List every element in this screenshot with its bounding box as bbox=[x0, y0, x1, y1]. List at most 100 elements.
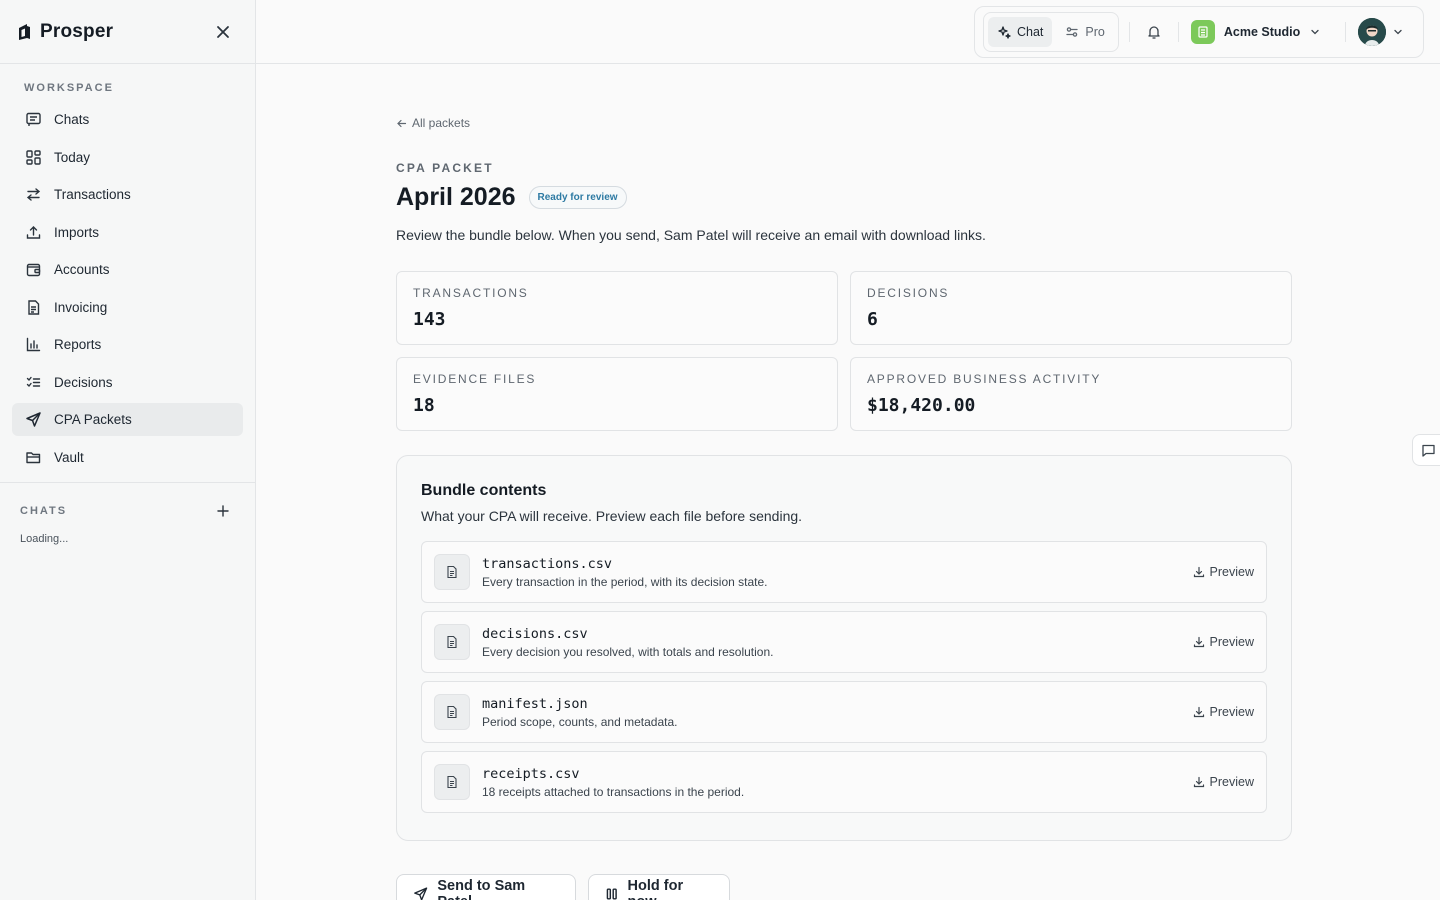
file-name: receipts.csv bbox=[482, 765, 580, 782]
page-description: Review the bundle below. When you send, … bbox=[396, 227, 986, 243]
stat-card-decisions: DECISIONS 6 bbox=[850, 271, 1292, 345]
topbar: Chat Pro Acme Studio bbox=[256, 0, 1440, 64]
topbar-separator bbox=[1177, 22, 1179, 42]
file-text: decisions.csv Every decision you resolve… bbox=[482, 626, 1193, 659]
sidebar-item-today[interactable]: Today bbox=[12, 141, 243, 174]
bundle-title: Bundle contents bbox=[421, 482, 547, 499]
send-icon bbox=[414, 887, 428, 900]
file-text-icon bbox=[447, 635, 457, 649]
sidebar-item-reports[interactable]: Reports bbox=[12, 328, 243, 361]
sidebar-item-decisions[interactable]: Decisions bbox=[12, 366, 243, 399]
file-description: Every decision you resolved, with totals… bbox=[482, 644, 774, 659]
sidebar-item-accounts[interactable]: Accounts bbox=[12, 253, 243, 286]
org-switcher[interactable]: Acme Studio bbox=[1190, 20, 1321, 44]
notifications-button[interactable] bbox=[1142, 20, 1166, 44]
sidebar-item-imports[interactable]: Imports bbox=[12, 216, 243, 249]
file-description: Every transaction in the period, with it… bbox=[482, 574, 768, 589]
bundle-subtitle: What your CPA will receive. Preview each… bbox=[421, 508, 803, 524]
arrows-icon bbox=[26, 188, 41, 201]
sidebar-item-label: Transactions bbox=[54, 187, 131, 202]
arrow-left-icon bbox=[397, 119, 407, 127]
file-description: Period scope, counts, and metadata. bbox=[482, 714, 678, 729]
bundle-contents-card: Bundle contents What your CPA will recei… bbox=[396, 455, 1292, 841]
file-text: manifest.json Period scope, counts, and … bbox=[482, 696, 1193, 729]
file-row-receipts: receipts.csv 18 receipts attached to tra… bbox=[421, 751, 1267, 813]
mode-chat-label: Chat bbox=[1017, 25, 1044, 39]
sidebar-item-invoicing[interactable]: Invoicing bbox=[12, 291, 243, 324]
sidebar-header: Prosper bbox=[0, 0, 255, 64]
stat-label: TRANSACTIONS bbox=[413, 286, 529, 300]
send-icon bbox=[26, 412, 41, 427]
stat-card-transactions: TRANSACTIONS 143 bbox=[396, 271, 838, 345]
sidebar-item-label: Chats bbox=[54, 112, 90, 127]
brand-name: Prosper bbox=[40, 20, 114, 42]
file-icon bbox=[434, 694, 470, 730]
stat-card-approved-activity: APPROVED BUSINESS ACTIVITY $18,420.00 bbox=[850, 357, 1292, 431]
send-packet-button[interactable]: Send to Sam Patel bbox=[396, 874, 576, 900]
sidebar-divider bbox=[0, 482, 256, 483]
preview-label: Preview bbox=[1209, 705, 1254, 719]
message-square-icon bbox=[1422, 444, 1435, 457]
preview-button[interactable]: Preview bbox=[1193, 705, 1254, 719]
back-link-label: All packets bbox=[412, 116, 471, 130]
sidebar-item-label: Today bbox=[54, 149, 91, 165]
mode-toggle: Chat Pro bbox=[983, 12, 1119, 52]
brand[interactable]: Prosper bbox=[16, 21, 113, 43]
file-icon bbox=[434, 624, 470, 660]
file-text-icon bbox=[447, 775, 457, 789]
file-row-manifest: manifest.json Period scope, counts, and … bbox=[421, 681, 1267, 743]
topbar-separator bbox=[1345, 22, 1347, 42]
sidebar-item-label: Reports bbox=[54, 337, 102, 352]
mode-pro-button[interactable]: Pro bbox=[1056, 17, 1113, 47]
stat-value: 18 bbox=[413, 395, 435, 416]
hold-packet-button[interactable]: Hold for now bbox=[588, 874, 730, 900]
checklist-icon bbox=[26, 376, 41, 387]
hold-button-label: Hold for now bbox=[627, 878, 684, 900]
close-sidebar-button[interactable] bbox=[211, 20, 235, 44]
bell-icon bbox=[1148, 26, 1160, 39]
chat-icon bbox=[26, 112, 41, 126]
preview-button[interactable]: Preview bbox=[1193, 565, 1254, 579]
stat-label: APPROVED BUSINESS ACTIVITY bbox=[867, 372, 1102, 386]
prosper-logo-icon bbox=[19, 23, 30, 40]
pause-icon bbox=[606, 888, 617, 900]
file-text-icon bbox=[447, 705, 457, 719]
feedback-tab-button[interactable] bbox=[1412, 434, 1440, 466]
bar-chart-icon bbox=[26, 337, 41, 352]
preview-button[interactable]: Preview bbox=[1193, 635, 1254, 649]
sidebar-item-vault[interactable]: Vault bbox=[12, 441, 243, 474]
download-icon bbox=[1193, 776, 1204, 788]
building-icon bbox=[1198, 26, 1208, 38]
sidebar-item-cpa-packets[interactable]: CPA Packets bbox=[12, 403, 243, 436]
upload-icon bbox=[26, 225, 41, 239]
mode-pro-label: Pro bbox=[1085, 25, 1105, 39]
sparkle-icon bbox=[998, 26, 1011, 39]
sidebar-item-transactions[interactable]: Transactions bbox=[12, 178, 243, 211]
preview-button[interactable]: Preview bbox=[1193, 775, 1254, 789]
wallet-icon bbox=[26, 263, 41, 277]
user-menu[interactable] bbox=[1358, 18, 1404, 46]
file-text-icon bbox=[447, 565, 457, 579]
chevron-down-icon bbox=[1311, 29, 1319, 35]
chats-loading-text: Loading... bbox=[20, 533, 69, 545]
sidebar-item-label: Imports bbox=[54, 224, 100, 240]
avatar bbox=[1358, 18, 1387, 46]
sidebar: Prosper WORKSPACE Chats Today Transactio… bbox=[0, 0, 256, 900]
mode-chat-button[interactable]: Chat bbox=[988, 17, 1053, 47]
topbar-separator bbox=[1128, 22, 1130, 42]
sidebar-item-chats[interactable]: Chats bbox=[12, 103, 243, 136]
stat-label: DECISIONS bbox=[867, 286, 950, 300]
stat-value: 6 bbox=[867, 309, 878, 330]
back-to-packets-link[interactable]: All packets bbox=[396, 116, 470, 130]
file-name: manifest.json bbox=[482, 695, 588, 712]
sidebar-item-label: CPA Packets bbox=[54, 412, 132, 427]
org-name: Acme Studio bbox=[1223, 25, 1301, 39]
file-name: transactions.csv bbox=[482, 555, 613, 572]
status-badge: Ready for review bbox=[528, 186, 627, 209]
file-icon bbox=[434, 554, 470, 590]
new-chat-button[interactable] bbox=[215, 503, 231, 519]
close-icon bbox=[217, 25, 229, 38]
sliders-icon bbox=[1066, 27, 1079, 37]
packet-eyebrow: CPA PACKET bbox=[396, 161, 494, 175]
stat-label: EVIDENCE FILES bbox=[413, 372, 537, 386]
